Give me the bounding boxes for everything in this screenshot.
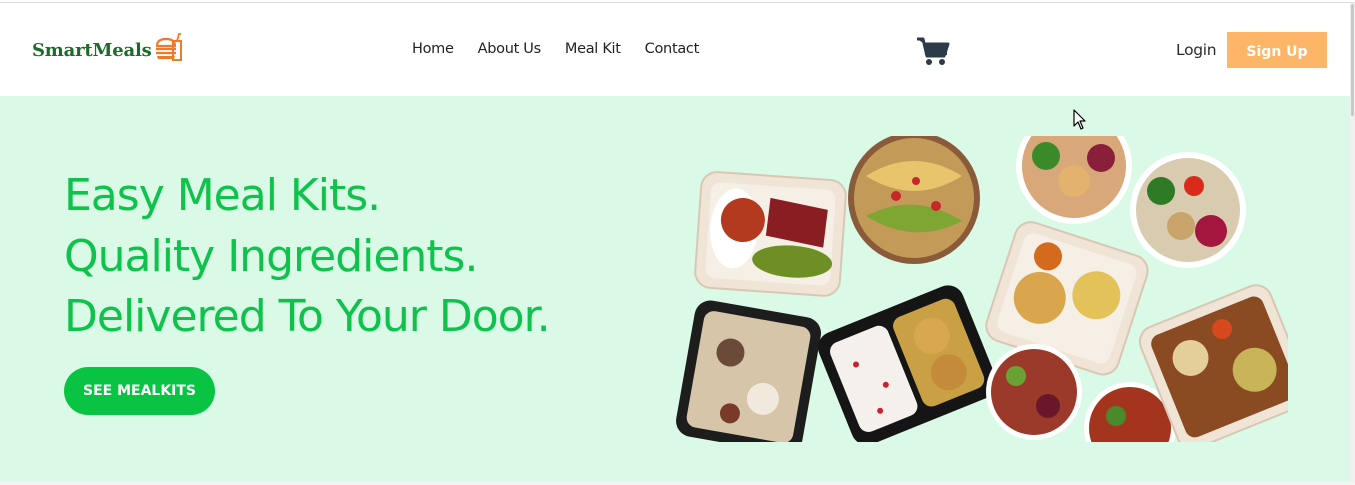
nav-contact[interactable]: Contact — [645, 41, 700, 57]
nav-home[interactable]: Home — [412, 41, 454, 57]
hero-headline-line-3: Delivered To Your Door. — [64, 291, 551, 342]
hero-headline-line-1: Easy Meal Kits. — [64, 170, 381, 221]
burger-bag-icon — [155, 33, 182, 61]
nav-meal-kit[interactable]: Meal Kit — [565, 41, 621, 57]
scrollbar-thumb[interactable] — [1351, 4, 1354, 116]
hero-headline-line-2: Quality Ingredients. — [64, 231, 478, 282]
meal-kits-image — [676, 136, 1288, 442]
login-link[interactable]: Login — [1176, 41, 1217, 59]
main-nav: Home About Us Meal Kit Contact — [412, 41, 723, 57]
brand-logo[interactable]: SmartMeals — [32, 33, 183, 62]
signup-button[interactable]: Sign Up — [1227, 32, 1327, 68]
hero-section: Easy Meal Kits. Quality Ingredients. Del… — [0, 96, 1350, 482]
brand-name: SmartMeals — [32, 39, 152, 61]
see-mealkits-button[interactable]: SEE MEALKITS — [64, 367, 215, 415]
shopping-cart-icon[interactable] — [916, 36, 950, 66]
site-header: SmartMeals Home About Us Meal Kit Contac… — [0, 3, 1350, 96]
nav-about-us[interactable]: About Us — [478, 41, 542, 57]
mouse-cursor-icon — [1073, 109, 1086, 130]
